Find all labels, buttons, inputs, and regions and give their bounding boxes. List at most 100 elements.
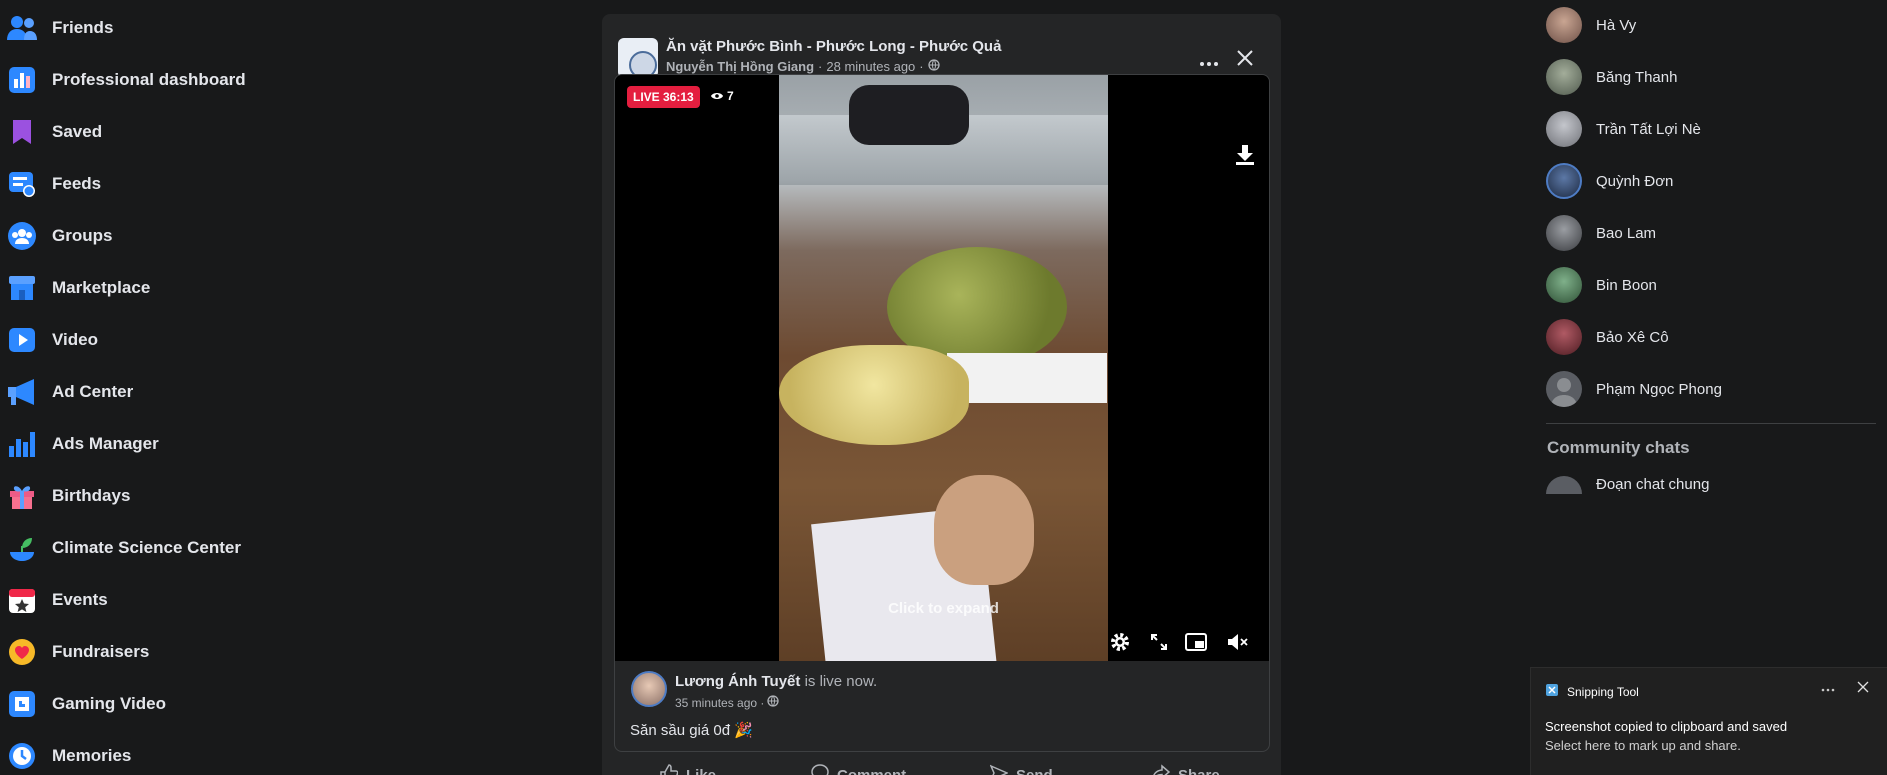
- send-icon: [989, 764, 1009, 775]
- contact-item[interactable]: Bao Lam: [1546, 213, 1656, 253]
- sidebar-item-gaming-video[interactable]: Gaming Video: [6, 682, 166, 726]
- sidebar-item-ads-manager[interactable]: Ads Manager: [6, 422, 159, 466]
- sprout-icon: [6, 532, 38, 564]
- bar-chart-icon: [6, 428, 38, 460]
- comment-button[interactable]: Comment: [811, 764, 906, 775]
- comment-icon: [811, 764, 829, 775]
- notification-close-button[interactable]: [1857, 680, 1873, 696]
- post-caption: Săn sầu giá 0đ 🎉: [630, 722, 753, 739]
- video-frame[interactable]: [779, 75, 1108, 661]
- share-button[interactable]: Share: [1152, 764, 1220, 775]
- meta-separator: ·: [919, 59, 924, 74]
- sidebar-item-climate-science-center[interactable]: Climate Science Center: [6, 526, 241, 570]
- contact-item[interactable]: Trần Tất Lợi Nè: [1546, 109, 1701, 149]
- post-time[interactable]: 28 minutes ago: [826, 59, 915, 74]
- picture-in-picture-button[interactable]: [1183, 631, 1209, 657]
- snipping-tool-notification[interactable]: Snipping Tool Screenshot copied to clipb…: [1530, 667, 1887, 775]
- avatar: [1546, 59, 1582, 95]
- contact-item[interactable]: Quỳnh Đơn: [1546, 161, 1673, 201]
- like-button[interactable]: Like: [660, 764, 716, 775]
- send-button[interactable]: Send: [989, 764, 1053, 775]
- avatar[interactable]: [631, 671, 667, 707]
- globe-icon: [767, 695, 780, 710]
- speaker-muted-icon: [1227, 633, 1249, 656]
- heart-icon: [6, 636, 38, 668]
- meta-separator: ·: [818, 59, 823, 74]
- sidebar-item-professional-dashboard[interactable]: Professional dashboard: [6, 58, 246, 102]
- community-chat-item[interactable]: Đoạn chat chung: [1546, 474, 1876, 494]
- contact-item[interactable]: Bin Boon: [1546, 265, 1657, 305]
- sidebar-item-friends[interactable]: Friends: [6, 6, 113, 50]
- bookmark-icon: [6, 116, 38, 148]
- megaphone-icon: [6, 376, 38, 408]
- friends-icon: [6, 12, 38, 44]
- avatar: [1546, 111, 1582, 147]
- ellipsis-icon: [1200, 50, 1218, 71]
- page-name[interactable]: Ăn vặt Phước Bình - Phước Long - Phước Q…: [666, 38, 1001, 55]
- viewer-count: 7: [711, 89, 734, 103]
- feeds-icon: [6, 168, 38, 200]
- contact-name: Bảo Xê Cô: [1596, 328, 1669, 346]
- sidebar-item-label: Memories: [52, 746, 132, 765]
- sidebar-item-groups[interactable]: Groups: [6, 214, 112, 258]
- more-options-button[interactable]: [1193, 44, 1225, 76]
- eye-icon: [711, 89, 723, 103]
- sidebar-item-saved[interactable]: Saved: [6, 110, 102, 154]
- sidebar-item-label: Gaming Video: [52, 694, 166, 713]
- community-chats-heading: Community chats: [1547, 438, 1690, 457]
- sidebar-item-label: Ad Center: [52, 382, 134, 401]
- sidebar-item-label: Friends: [52, 18, 114, 37]
- sidebar-item-label: Ads Manager: [52, 434, 159, 453]
- sidebar-item-feeds[interactable]: Feeds: [6, 162, 101, 206]
- community-chat-name: Đoạn chat chung: [1596, 476, 1710, 493]
- notification-message: Screenshot copied to clipboard and saved: [1545, 719, 1788, 734]
- gift-icon: [6, 480, 38, 512]
- sidebar-item-marketplace[interactable]: Marketplace: [6, 266, 150, 310]
- live-time-value[interactable]: 35 minutes ago ·: [675, 696, 764, 710]
- sidebar-item-memories[interactable]: Memories: [6, 734, 131, 775]
- sidebar-item-ad-center[interactable]: Ad Center: [6, 370, 133, 414]
- page-avatar[interactable]: [618, 38, 658, 78]
- sidebar-item-birthdays[interactable]: Birthdays: [6, 474, 130, 518]
- post-actions: Like Comment Send Share: [614, 758, 1270, 775]
- sidebar-item-events[interactable]: Events: [6, 578, 108, 622]
- post-author[interactable]: Nguyễn Thị Hồng Giang: [666, 59, 814, 74]
- live-author-row: Lương Ánh Tuyết is live now. 35 minutes …: [631, 671, 1231, 711]
- default-avatar-icon: [1551, 378, 1577, 407]
- avatar: [1546, 319, 1582, 355]
- sidebar-item-fundraisers[interactable]: Fundraisers: [6, 630, 149, 674]
- fullscreen-button[interactable]: [1146, 631, 1172, 657]
- click-to-expand-hint[interactable]: Click to expand: [779, 600, 1108, 617]
- avatar: [1546, 163, 1582, 199]
- contact-item[interactable]: Hà Vy: [1546, 5, 1636, 45]
- sidebar-item-label: Saved: [52, 122, 103, 141]
- avatar: [1546, 267, 1582, 303]
- sidebar-item-label: Marketplace: [52, 278, 151, 297]
- sidebar-item-label: Climate Science Center: [52, 538, 241, 557]
- live-badge: LIVE 36:13: [627, 86, 700, 108]
- mute-button[interactable]: [1225, 631, 1251, 657]
- thumbs-up-icon: [660, 764, 679, 775]
- live-video-player[interactable]: LIVE 36:13 7 Click to expand: [615, 75, 1269, 661]
- live-author-name[interactable]: Lương Ánh Tuyết: [675, 673, 800, 690]
- groups-icon: [6, 220, 38, 252]
- sidebar-item-video[interactable]: Video: [6, 318, 98, 362]
- avatar: [1546, 371, 1582, 407]
- contact-name: Quỳnh Đơn: [1596, 172, 1674, 190]
- avatar: [1546, 215, 1582, 251]
- download-icon[interactable]: [1233, 143, 1257, 167]
- notification-header: Snipping Tool: [1545, 683, 1639, 700]
- clock-icon: [6, 740, 38, 772]
- contact-item[interactable]: Bảo Xê Cô: [1546, 317, 1669, 357]
- left-sidebar: Friends Professional dashboard Saved Fee…: [0, 0, 360, 775]
- expand-icon: [1151, 633, 1167, 655]
- share-icon: [1152, 764, 1171, 775]
- contact-item[interactable]: Phạm Ngọc Phong: [1546, 369, 1722, 409]
- contact-name: Băng Thanh: [1596, 68, 1678, 86]
- contact-item[interactable]: Băng Thanh: [1546, 57, 1677, 97]
- notification-hint: Select here to mark up and share.: [1545, 738, 1741, 753]
- close-button[interactable]: [1229, 44, 1261, 76]
- contacts-panel: Hà Vy Băng Thanh Trần Tất Lợi Nè Quỳnh Đ…: [1546, 0, 1887, 775]
- notification-more-button[interactable]: [1821, 679, 1835, 695]
- settings-button[interactable]: [1107, 631, 1133, 657]
